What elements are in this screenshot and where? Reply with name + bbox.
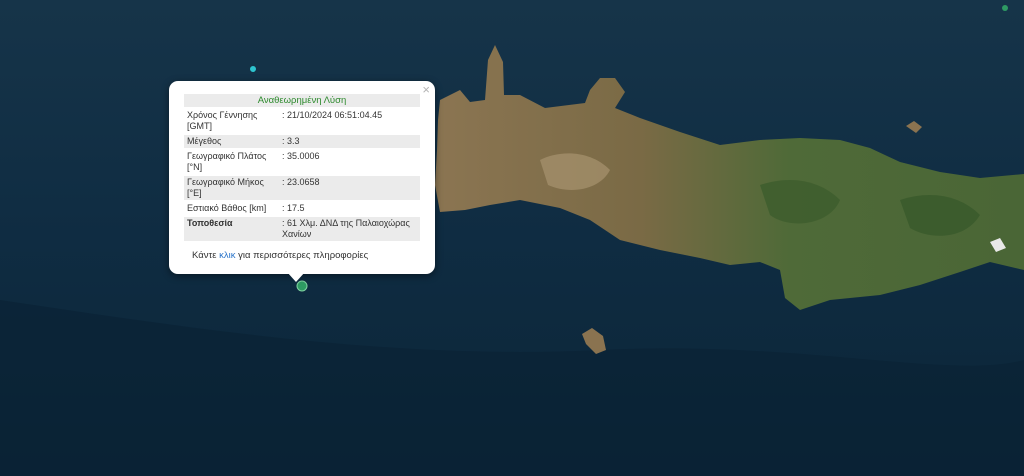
origin-time-label: Χρόνος Γέννησης [GMT] (187, 110, 258, 131)
magnitude-label: Μέγεθος (184, 135, 279, 148)
table-row: Χρόνος Γέννησης [GMT] : 21/10/2024 06:51… (184, 109, 420, 133)
depth-value: : 17.5 (282, 203, 305, 213)
more-info-link[interactable]: κλικ (219, 250, 235, 261)
more-info-text: Κάντε κλικ για περισσότερες πληροφορίες (192, 250, 368, 261)
more-info-suffix: για περισσότερες πληροφορίες (235, 250, 369, 261)
satellite-map[interactable] (0, 0, 1024, 476)
latitude-label: Γεωγραφικό Πλάτος [°N] (187, 151, 267, 172)
longitude-label: Γεωγραφικό Μήκος [°E] (184, 176, 279, 200)
close-icon[interactable]: × (422, 83, 430, 97)
table-row: Τοποθεσία : 61 Χλμ. ΔΝΔ της Παλαιοχώρας … (184, 217, 420, 241)
location-label: Τοποθεσία (184, 217, 279, 241)
corner-event-marker[interactable] (1002, 5, 1008, 11)
origin-time-value: : 21/10/2024 06:51:04.45 (282, 110, 383, 120)
popup-tip (287, 272, 305, 282)
table-row: Γεωγραφικό Πλάτος [°N] : 35.0006 (184, 150, 420, 174)
earthquake-marker[interactable] (296, 280, 308, 292)
popup-title-row: Αναθεωρημένη Λύση (184, 94, 420, 107)
earthquake-info-table: Αναθεωρημένη Λύση Χρόνος Γέννησης [GMT] … (184, 92, 420, 243)
table-row: Μέγεθος : 3.3 (184, 135, 420, 148)
location-value: : 61 Χλμ. ΔΝΔ της Παλαιοχώρας Χανίων (279, 217, 420, 241)
table-row: Γεωγραφικό Μήκος [°E] : 23.0658 (184, 176, 420, 200)
table-row: Εστιακό Βάθος [km] : 17.5 (184, 202, 420, 215)
more-info-prefix: Κάντε (192, 250, 220, 261)
earthquake-info-popup: × Αναθεωρημένη Λύση Χρόνος Γέννησης [GMT… (169, 81, 435, 274)
popup-title: Αναθεωρημένη Λύση (184, 94, 420, 107)
magnitude-value: : 3.3 (279, 135, 420, 148)
latitude-value: : 35.0006 (282, 151, 320, 161)
longitude-value: : 23.0658 (279, 176, 420, 200)
depth-label: Εστιακό Βάθος [km] (187, 203, 267, 213)
other-event-marker[interactable] (250, 66, 256, 72)
